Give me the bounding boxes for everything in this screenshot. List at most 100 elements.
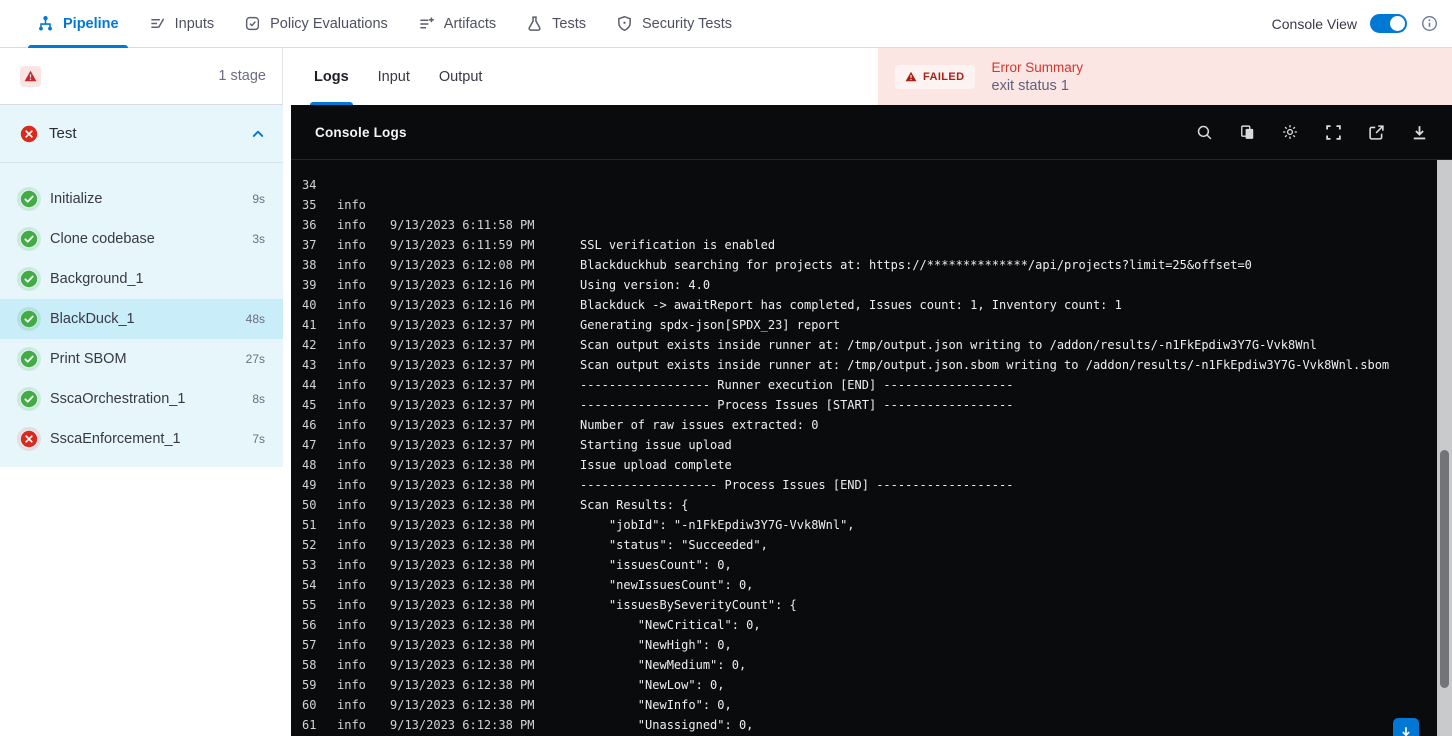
log-line: 49 info 9/13/2023 6:12:38 PM "status": "…	[291, 455, 1437, 552]
log-line: 48 info 9/13/2023 6:12:38 PM "jobId": "-…	[291, 435, 1437, 532]
step-status-icon	[20, 350, 38, 368]
error-summary-texts: Error Summary exit status 1	[992, 60, 1084, 94]
stage-name: Test	[49, 125, 77, 142]
log-line: 53 info 9/13/2023 6:12:38 PM "NewCritica…	[291, 535, 1437, 632]
log-line: 35 info 9/13/2023 6:11:59 PM Blackduckhu…	[291, 175, 1437, 272]
console-scrollbar-track[interactable]	[1437, 160, 1452, 736]
tab-policy-evaluations-label: Policy Evaluations	[270, 15, 388, 32]
step-row[interactable]: Initialize 9s	[0, 179, 283, 219]
execution-sidebar: 1 stage Test Initialize 9s Clone codebas…	[0, 48, 283, 736]
console-view-toggle[interactable]	[1370, 14, 1407, 33]
step-detail-tab[interactable]: Logs	[310, 48, 353, 105]
success-check-icon	[20, 230, 38, 248]
tab-artifacts[interactable]: Artifacts	[403, 0, 511, 47]
sidebar-summary-row: 1 stage	[0, 48, 283, 105]
stage-header-test[interactable]: Test	[0, 105, 283, 163]
log-line: 51 info 9/13/2023 6:12:38 PM "newIssuesC…	[291, 495, 1437, 592]
console-scrollbar-thumb[interactable]	[1440, 450, 1449, 688]
top-nav-tabs: Pipeline Inputs Policy Evaluations Artif…	[22, 0, 747, 48]
step-detail-tab[interactable]: Output	[439, 48, 483, 105]
log-line: 38 info 9/13/2023 6:12:16 PM Generating …	[291, 235, 1437, 332]
log-line: 52 info 9/13/2023 6:12:38 PM "issuesBySe…	[291, 515, 1437, 612]
tab-inputs[interactable]: Inputs	[134, 0, 230, 47]
steps-list: Initialize 9s Clone codebase 3s Backgrou…	[0, 163, 283, 467]
log-line: 61 info 9/13/2023 6:12:38 PM "High": 0,	[291, 695, 1437, 732]
main-header: Logs Input Output FAILED Error Summary exi…	[291, 48, 1452, 105]
log-line: 40 info 9/13/2023 6:12:37 PM Scan output…	[291, 275, 1437, 372]
tab-security-tests-label: Security Tests	[642, 15, 732, 32]
stage-warning-icon	[20, 65, 41, 87]
step-row[interactable]: SscaEnforcement_1 7s	[0, 419, 283, 459]
copy-icon[interactable]	[1238, 123, 1256, 141]
step-duration: 27s	[245, 352, 265, 366]
top-nav: Pipeline Inputs Policy Evaluations Artif…	[0, 0, 1452, 48]
step-duration: 8s	[252, 392, 265, 406]
inputs-icon	[149, 15, 166, 32]
log-line: 58 info 9/13/2023 6:12:38 PM "Unassigned…	[291, 635, 1437, 732]
info-icon[interactable]	[1420, 15, 1438, 33]
failed-badge-label: FAILED	[923, 70, 965, 83]
step-row[interactable]: Background_1	[0, 259, 283, 299]
success-check-icon	[20, 190, 38, 208]
tab-security-tests[interactable]: Security Tests	[601, 0, 747, 47]
tab-artifacts-label: Artifacts	[443, 15, 497, 32]
tab-tests-label: Tests	[552, 15, 586, 32]
step-row[interactable]: Print SBOM 27s	[0, 339, 283, 379]
step-status-icon	[20, 190, 38, 208]
log-line: 44 info 9/13/2023 6:12:37 PM Starting is…	[291, 355, 1437, 452]
step-row[interactable]: BlackDuck_1 48s	[0, 299, 283, 339]
chevron-up-icon[interactable]	[251, 127, 265, 141]
tab-policy-evaluations[interactable]: Policy Evaluations	[229, 0, 403, 47]
download-icon[interactable]	[1410, 123, 1428, 141]
log-line: 39 info 9/13/2023 6:12:37 PM Scan output…	[291, 255, 1437, 352]
tab-pipeline[interactable]: Pipeline	[22, 0, 134, 48]
step-duration: 9s	[252, 192, 265, 206]
console-view-label: Console View	[1271, 15, 1357, 32]
fullscreen-icon[interactable]	[1324, 123, 1342, 141]
step-detail-tab[interactable]: Input	[378, 48, 410, 105]
tab-tests[interactable]: Tests	[511, 0, 601, 47]
step-label: BlackDuck_1	[50, 311, 135, 327]
log-line: 41 info 9/13/2023 6:12:37 PM -----------…	[291, 295, 1437, 392]
step-label: SscaEnforcement_1	[50, 431, 181, 447]
pipeline-execution-page: Pipeline Inputs Policy Evaluations Artif…	[0, 0, 1452, 736]
step-row[interactable]: SscaOrchestration_1 8s	[0, 379, 283, 419]
error-summary-panel: FAILED Error Summary exit status 1	[878, 48, 1452, 105]
log-line: 56 info 9/13/2023 6:12:38 PM "NewLow": 0…	[291, 595, 1437, 692]
log-line: 55 info 9/13/2023 6:12:38 PM "NewMedium"…	[291, 575, 1437, 672]
success-check-icon	[20, 310, 38, 328]
failed-status-badge: FAILED	[895, 64, 975, 89]
console-log-area[interactable]: 34 info 9/13/2023 6:11:58 PM SSL verific…	[291, 160, 1437, 736]
log-line: 37 info 9/13/2023 6:12:16 PM Blackduck -…	[291, 215, 1437, 312]
success-check-icon	[20, 270, 38, 288]
step-row[interactable]: Clone codebase 3s	[0, 219, 283, 259]
search-icon[interactable]	[1195, 123, 1213, 141]
policy-check-icon	[244, 15, 261, 32]
step-status-icon	[20, 310, 38, 328]
step-label: Print SBOM	[50, 351, 127, 367]
log-line: 59 info 9/13/2023 6:12:38 PM "NewUnassig…	[291, 655, 1437, 732]
error-summary-title: Error Summary	[991, 59, 1084, 75]
success-check-icon	[20, 350, 38, 368]
log-line: 46 info 9/13/2023 6:12:38 PM -----------…	[291, 395, 1437, 492]
log-line: 60 info 9/13/2023 6:12:38 PM "Critical":…	[291, 675, 1437, 732]
console-panel: Console Logs 34 info 9/13/2023 6:11:58 P…	[291, 105, 1452, 736]
gear-icon[interactable]	[1281, 123, 1299, 141]
log-line: 57 info 9/13/2023 6:12:38 PM "NewInfo": …	[291, 615, 1437, 712]
stage-count-label: 1 stage	[218, 68, 266, 84]
step-duration: 3s	[252, 232, 265, 246]
console-logs-title: Console Logs	[315, 124, 407, 140]
pipeline-icon	[37, 15, 54, 32]
flask-icon	[526, 15, 543, 32]
step-label: Initialize	[50, 191, 103, 207]
external-link-icon[interactable]	[1367, 123, 1385, 141]
stage-panel: Test Initialize 9s Clone codebase 3s Bac…	[0, 105, 283, 467]
scroll-to-bottom-button[interactable]	[1393, 718, 1419, 736]
step-duration: 7s	[252, 432, 265, 446]
step-duration: 48s	[245, 312, 265, 326]
step-status-icon	[20, 430, 38, 448]
tab-inputs-label: Inputs	[174, 15, 215, 32]
step-status-icon	[20, 270, 38, 288]
success-check-icon	[20, 390, 38, 408]
tab-pipeline-label: Pipeline	[63, 15, 119, 32]
